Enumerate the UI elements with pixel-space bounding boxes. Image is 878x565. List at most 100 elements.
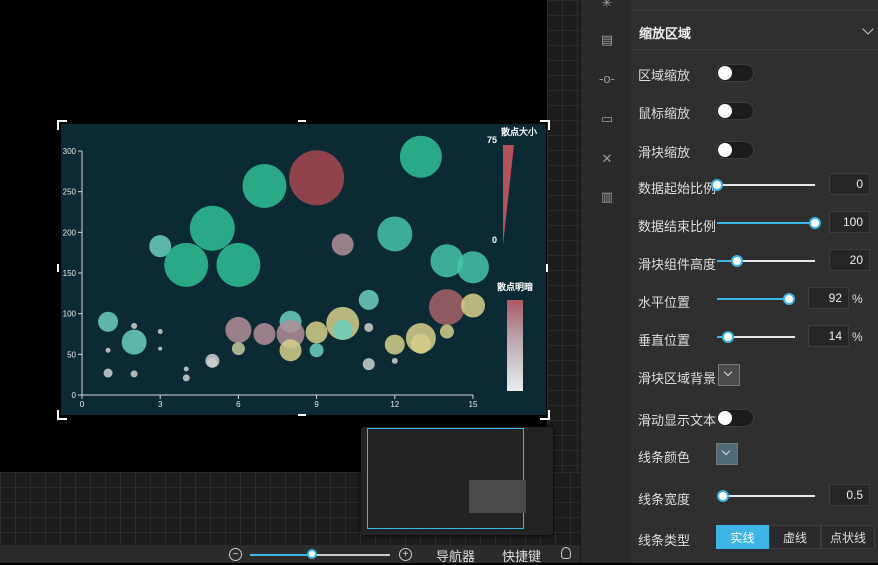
label-slide-text: 滑动显示文本	[638, 413, 717, 428]
input-slider-height[interactable]: 20	[829, 249, 870, 271]
resize-handle-bottom-left[interactable]	[57, 410, 67, 420]
slider-thumb[interactable]	[716, 490, 729, 502]
label-end-ratio: 数据结束比例	[638, 219, 717, 234]
toggle-slider-zoom[interactable]	[716, 141, 754, 159]
slider-thumb[interactable]	[782, 293, 795, 305]
resize-handle-bottom[interactable]	[298, 414, 306, 416]
navigator-panel[interactable]	[361, 427, 553, 535]
scatter-point	[183, 366, 189, 372]
scatter-point	[377, 216, 413, 252]
scatter-point	[358, 289, 379, 310]
scatter-point	[158, 346, 163, 351]
sparkle-icon[interactable]: ✳	[599, 0, 615, 10]
slider-end-ratio[interactable]	[717, 217, 821, 229]
slider-start-ratio[interactable]	[711, 179, 815, 191]
scatter-chart-widget[interactable]: 0 50 100 150 200 250 300 0 3 6 9 12 15 散点大小 75 0 散点明暗	[61, 124, 546, 415]
y-tick-label: 100	[63, 310, 77, 319]
zoom-in-icon[interactable]: +	[399, 548, 412, 561]
input-line-width[interactable]: 0.5	[829, 484, 870, 506]
x-tick-label: 9	[314, 400, 319, 409]
scatter-chart: 0 50 100 150 200 250 300 0 3 6 9 12 15 散点大小 75 0 散点明暗	[63, 126, 537, 409]
zoom-slider[interactable]	[250, 549, 390, 559]
color-picker-slider-bg[interactable]	[718, 364, 740, 386]
toggle-mouse-zoom[interactable]	[716, 102, 754, 120]
scatter-point	[384, 334, 405, 355]
toggle-area-zoom[interactable]	[716, 64, 754, 82]
label-line-width: 线条宽度	[638, 492, 691, 507]
input-h-position[interactable]: 92	[808, 287, 849, 309]
toggle-knob	[718, 104, 732, 118]
slider-thumb[interactable]	[721, 331, 734, 343]
row-start-ratio: 数据起始比例 0	[630, 170, 878, 200]
zoom-out-icon[interactable]: −	[229, 548, 242, 561]
y-tick-label: 200	[63, 228, 77, 237]
slider-thumb[interactable]	[809, 217, 821, 229]
unit-percent: %	[852, 330, 863, 344]
scatter-point	[428, 289, 465, 326]
scatter-point	[131, 322, 138, 329]
slider-line-width[interactable]	[716, 490, 815, 502]
zoom-slider-thumb[interactable]	[307, 549, 317, 559]
resize-handle-bottom-right[interactable]	[540, 410, 550, 420]
x-tick-label: 0	[80, 400, 85, 409]
property-panel: 缩放区域 区域缩放 鼠标缩放 滑块缩放 数据起始比例 0 数据结束比例 100 …	[630, 0, 878, 563]
toggle-slide-text[interactable]	[716, 409, 754, 427]
slider-thumb[interactable]	[730, 255, 743, 267]
scatter-point	[410, 333, 431, 354]
scatter-point	[289, 150, 345, 206]
chevron-down-icon[interactable]	[862, 23, 874, 35]
x-tick-label: 12	[390, 400, 399, 409]
resize-handle-top-left[interactable]	[57, 120, 67, 130]
line-type-solid[interactable]: 实线	[716, 525, 769, 549]
label-line-type: 线条类型	[638, 533, 691, 548]
canvas-area: 0 50 100 150 200 250 300 0 3 6 9 12 15 散点大小 75 0 散点明暗	[0, 0, 580, 545]
label-h-position: 水平位置	[638, 295, 691, 310]
label-start-ratio: 数据起始比例	[638, 181, 717, 196]
commit-icon[interactable]: -o-	[599, 72, 615, 86]
resize-handle-left[interactable]	[57, 264, 59, 272]
toggle-knob	[718, 143, 732, 157]
input-start-ratio[interactable]: 0	[829, 173, 870, 195]
legend-opacity-title: 散点明暗	[497, 281, 533, 292]
row-slider-bg: 滑块区域背景	[630, 360, 878, 390]
input-end-ratio[interactable]: 100	[829, 211, 870, 233]
section-header-zoom-area[interactable]: 缩放区域	[630, 10, 878, 50]
scatter-point	[182, 374, 190, 382]
line-type-dotted[interactable]: 点状线	[821, 525, 875, 549]
row-h-position: 水平位置 92 %	[630, 284, 878, 314]
legend-size-title: 散点大小	[501, 126, 537, 137]
scatter-point	[457, 251, 489, 284]
navigator-viewport[interactable]	[367, 428, 526, 529]
slider-h-position[interactable]	[717, 293, 795, 305]
resize-handle-right[interactable]	[546, 264, 548, 272]
scatter-point	[309, 343, 324, 358]
input-v-position[interactable]: 14	[808, 325, 849, 347]
shortcuts-button[interactable]: 快捷键	[502, 546, 541, 565]
calendar-icon[interactable]: ▤	[599, 33, 615, 47]
slider-thumb[interactable]	[711, 179, 723, 191]
slider-slider-height[interactable]	[717, 255, 815, 267]
scatter-point	[157, 329, 163, 335]
scatter-point	[189, 205, 235, 251]
message-icon[interactable]: ▭	[599, 112, 615, 126]
scatter-point	[105, 347, 111, 353]
navigator-chart-thumbnail	[469, 480, 526, 513]
color-picker-line-color[interactable]	[716, 443, 738, 465]
scatter-point	[439, 324, 454, 339]
bar-chart-icon[interactable]: ▥	[599, 190, 615, 204]
resize-handle-top[interactable]	[298, 120, 306, 122]
resize-handle-top-right[interactable]	[540, 120, 550, 130]
row-slide-text: 滑动显示文本	[630, 402, 878, 432]
slider-v-position[interactable]	[717, 331, 795, 343]
bottom-bar: − + 导航器 快捷键	[0, 545, 580, 565]
navigator-button[interactable]: 导航器	[436, 546, 475, 565]
lightbulb-icon[interactable]	[561, 547, 571, 559]
row-slider-zoom: 滑块缩放	[630, 134, 878, 164]
zoom-slider-fill	[250, 554, 313, 556]
scatter-point	[253, 323, 276, 345]
legend-size-min: 0	[492, 235, 497, 245]
line-type-dashed[interactable]: 虚线	[769, 525, 821, 549]
label-v-position: 垂直位置	[638, 333, 691, 348]
tools-icon[interactable]: ✕	[599, 152, 615, 166]
slider-fill	[717, 222, 815, 224]
